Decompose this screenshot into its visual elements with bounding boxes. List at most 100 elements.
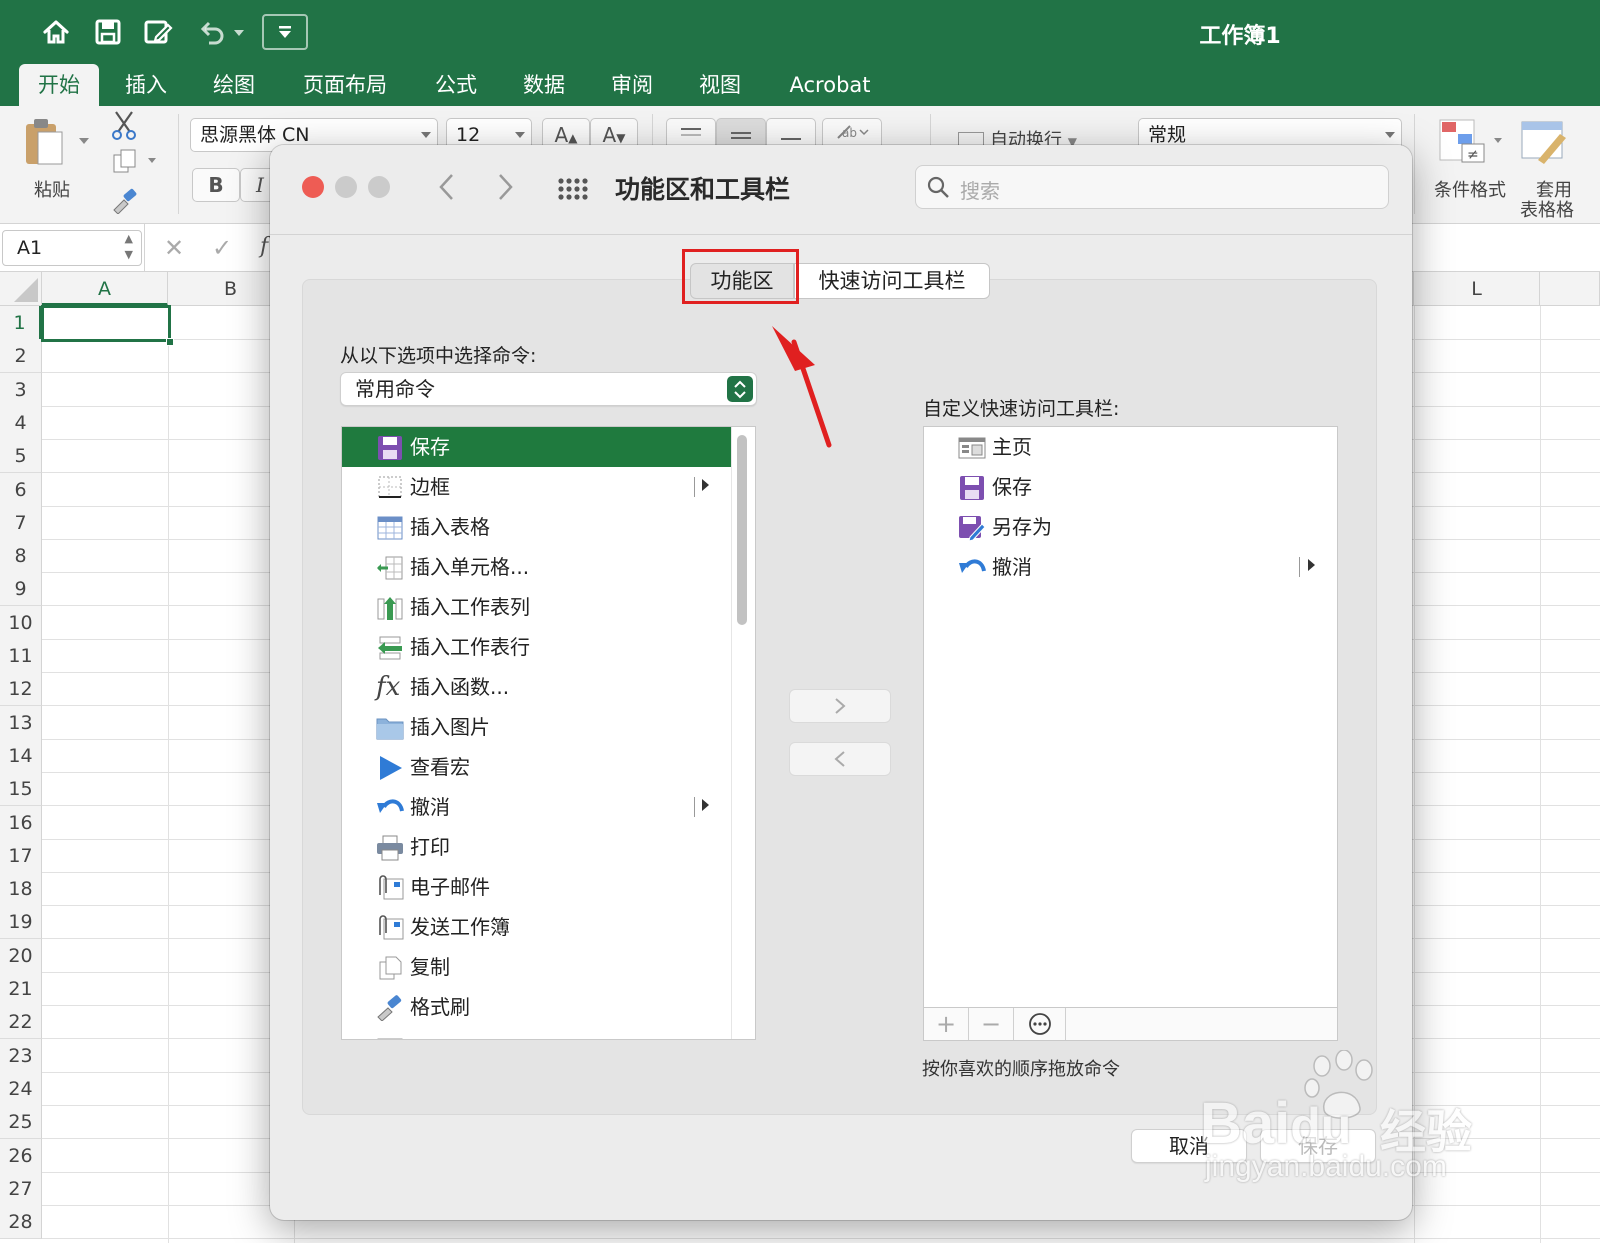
tab-formulas[interactable]: 公式 (420, 64, 492, 106)
remove-command-button[interactable] (789, 742, 891, 776)
tab-acrobat[interactable]: Acrobat (780, 64, 880, 106)
submenu-arrow-icon[interactable] (702, 479, 709, 491)
cut-icon[interactable] (110, 110, 138, 144)
row-header[interactable]: 20 (0, 938, 42, 973)
list-item[interactable]: 打印 (342, 827, 731, 867)
back-arrow-icon[interactable] (428, 167, 464, 207)
list-item[interactable]: fx 插入函数... (342, 667, 731, 707)
list-item[interactable]: 边框 (342, 467, 731, 507)
more-options-button[interactable] (1014, 1008, 1066, 1040)
column-header-m[interactable] (1540, 272, 1600, 306)
list-item[interactable]: 主页 (924, 427, 1337, 467)
row-header[interactable]: 10 (0, 605, 42, 640)
row-header[interactable]: 14 (0, 738, 42, 773)
list-item[interactable]: 撤消 (342, 787, 731, 827)
add-command-button[interactable] (789, 689, 891, 723)
copy-dropdown-icon[interactable] (148, 158, 156, 163)
list-item[interactable]: 发送工作簿 (342, 907, 731, 947)
list-item[interactable]: 电子邮件 (342, 867, 731, 907)
tab-page-layout[interactable]: 页面布局 (296, 64, 394, 106)
list-item-partial[interactable] (342, 1027, 731, 1039)
forward-arrow-icon[interactable] (488, 167, 524, 207)
customize-qat-button[interactable] (262, 14, 308, 50)
tab-data[interactable]: 数据 (508, 64, 580, 106)
list-item[interactable]: 保存 (924, 467, 1337, 507)
list-item[interactable]: 撤消 (924, 547, 1337, 587)
minus-button[interactable]: − (969, 1008, 1014, 1040)
row-header[interactable]: 18 (0, 872, 42, 907)
tab-home[interactable]: 开始 (19, 64, 99, 106)
row-header[interactable]: 16 (0, 805, 42, 840)
table-format-icon[interactable] (1520, 120, 1570, 170)
list-item[interactable]: 插入单元格... (342, 547, 731, 587)
column-header-l[interactable]: L (1414, 272, 1540, 306)
row-header[interactable]: 3 (0, 372, 42, 407)
tab-review[interactable]: 审阅 (596, 64, 668, 106)
insert-function-icon[interactable]: f (260, 234, 268, 259)
tab-quick-access-toolbar[interactable]: 快速访问工具栏 (794, 263, 990, 299)
row-header[interactable]: 25 (0, 1105, 42, 1140)
conditional-format-icon[interactable]: ≠ (1438, 118, 1488, 168)
show-all-grid-icon[interactable] (557, 173, 589, 209)
search-field[interactable]: 搜索 (915, 165, 1389, 209)
plus-button[interactable]: + (924, 1008, 969, 1040)
row-header[interactable]: 8 (0, 539, 42, 574)
row-header[interactable]: 2 (0, 339, 42, 374)
row-header[interactable]: 5 (0, 439, 42, 474)
row-header[interactable]: 15 (0, 772, 42, 807)
quick-access-commands-list[interactable]: 主页 保存 另存为 撤消 (923, 426, 1338, 1008)
available-commands-list[interactable]: 保存 边框 插入表格 插入单元格... 插入工作表列 插入工作表行 fx 插入函… (341, 426, 756, 1040)
close-window-button[interactable] (302, 176, 324, 198)
list-item[interactable]: 保存 (342, 427, 731, 467)
active-cell-a1[interactable] (41, 305, 171, 342)
list-item[interactable]: 插入工作表列 (342, 587, 731, 627)
copy-icon[interactable] (112, 148, 138, 178)
row-header[interactable]: 13 (0, 705, 42, 740)
list-item[interactable]: 查看宏 (342, 747, 731, 787)
paste-icon[interactable] (22, 116, 68, 172)
confirm-entry-icon[interactable]: ✓ (212, 234, 232, 262)
row-header[interactable]: 4 (0, 405, 42, 440)
save-as-icon[interactable] (140, 14, 176, 50)
tab-view[interactable]: 视图 (684, 64, 756, 106)
cancel-entry-icon[interactable]: ✕ (164, 234, 184, 262)
row-header[interactable]: 1 (0, 306, 42, 340)
minimize-window-button[interactable] (335, 176, 357, 198)
row-header[interactable]: 19 (0, 905, 42, 940)
row-header[interactable]: 24 (0, 1071, 42, 1106)
list-item[interactable]: 插入表格 (342, 507, 731, 547)
list-item[interactable]: 插入工作表行 (342, 627, 731, 667)
list-item[interactable]: 插入图片 (342, 707, 731, 747)
command-source-select[interactable]: 常用命令 (340, 372, 757, 406)
format-painter-icon[interactable] (110, 188, 138, 218)
submenu-arrow-icon[interactable] (702, 799, 709, 811)
tab-insert[interactable]: 插入 (110, 64, 182, 106)
row-header[interactable]: 17 (0, 838, 42, 873)
row-header[interactable]: 7 (0, 505, 42, 540)
select-all-corner[interactable] (0, 272, 42, 306)
undo-icon[interactable] (194, 14, 230, 50)
row-header[interactable]: 9 (0, 572, 42, 607)
list-item[interactable]: 复制 (342, 947, 731, 987)
row-header[interactable]: 12 (0, 672, 42, 707)
row-header[interactable]: 22 (0, 1005, 42, 1040)
home-icon[interactable] (38, 14, 74, 50)
list-item[interactable]: 格式刷 (342, 987, 731, 1027)
row-header[interactable]: 21 (0, 972, 42, 1006)
row-header[interactable]: 6 (0, 472, 42, 507)
undo-dropdown-icon[interactable] (234, 30, 244, 36)
bold-button[interactable]: B (192, 168, 240, 202)
row-header[interactable]: 26 (0, 1138, 42, 1173)
list-item[interactable]: 另存为 (924, 507, 1337, 547)
column-header-a[interactable]: A (42, 272, 168, 306)
row-header[interactable]: 11 (0, 639, 42, 673)
conditional-format-dropdown-icon[interactable] (1494, 138, 1502, 143)
tab-draw[interactable]: 绘图 (198, 64, 270, 106)
list-scrollbar[interactable] (737, 435, 747, 625)
stepper-icon[interactable]: ▲ ▼ (125, 231, 133, 263)
row-header[interactable]: 23 (0, 1038, 42, 1073)
paste-dropdown-icon[interactable] (79, 138, 89, 144)
fill-handle[interactable] (166, 338, 174, 346)
row-header[interactable]: 27 (0, 1171, 42, 1206)
submenu-arrow-icon[interactable] (1308, 559, 1315, 571)
